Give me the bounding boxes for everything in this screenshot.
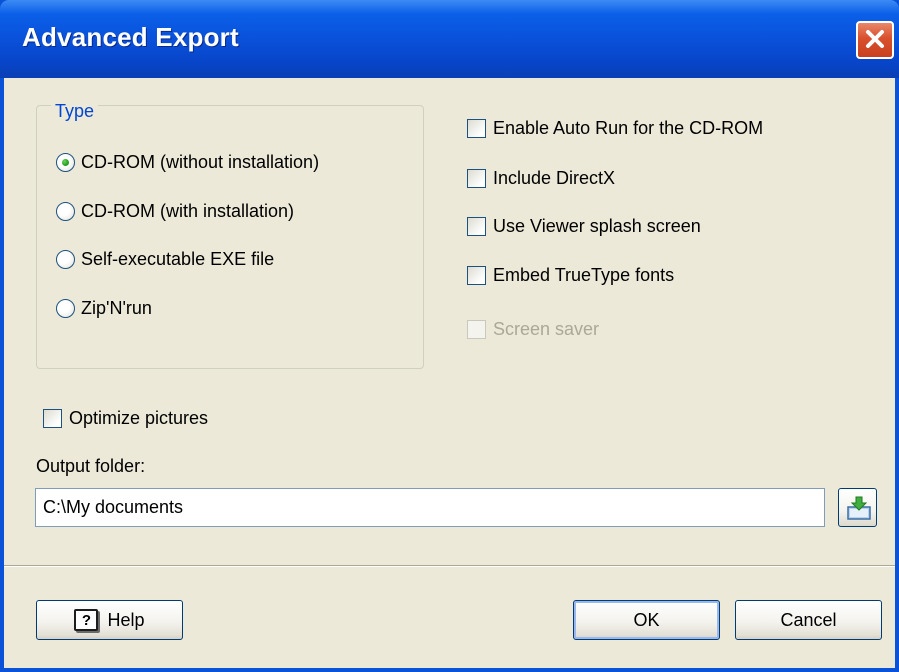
help-button[interactable]: ? Help <box>36 600 183 640</box>
radio-label: Zip'N'run <box>81 298 152 318</box>
footer-separator <box>4 565 895 567</box>
checkbox-label: Include DirectX <box>493 168 616 188</box>
radio-cd-rom-without-installation[interactable]: CD-ROM (without installation) <box>56 152 319 173</box>
checkbox-optimize-pictures[interactable]: Optimize pictures <box>43 408 208 429</box>
radio-button[interactable] <box>56 153 75 172</box>
checkbox-label: Optimize pictures <box>69 408 209 428</box>
output-folder-input[interactable]: C:\My documents <box>35 488 825 527</box>
ok-button[interactable]: OK <box>573 600 720 640</box>
radio-label: Self-executable EXE file <box>81 249 275 269</box>
cancel-button[interactable]: Cancel <box>735 600 882 640</box>
checkbox[interactable] <box>43 409 62 428</box>
checkbox[interactable] <box>467 217 486 236</box>
title-bar[interactable]: Advanced Export <box>0 0 899 78</box>
checkbox-label: Enable Auto Run for the CD-ROM <box>493 118 764 138</box>
radio-button[interactable] <box>56 202 75 221</box>
folder-download-icon <box>847 496 871 520</box>
help-icon: ? <box>74 609 99 631</box>
help-button-label: Help <box>107 609 145 630</box>
checkbox-screen-saver: Screen saver <box>467 319 599 340</box>
window-title: Advanced Export <box>22 22 239 52</box>
checkbox[interactable] <box>467 266 486 285</box>
checkbox-viewer-splash-screen[interactable]: Use Viewer splash screen <box>467 216 701 237</box>
type-group-legend: Type <box>51 101 99 122</box>
checkbox-label: Use Viewer splash screen <box>493 216 701 236</box>
checkbox-include-directx[interactable]: Include DirectX <box>467 168 615 189</box>
close-icon <box>866 30 884 48</box>
radio-self-executable-exe[interactable]: Self-executable EXE file <box>56 249 274 270</box>
checkbox[interactable] <box>467 119 486 138</box>
radio-button[interactable] <box>56 299 75 318</box>
checkbox-enable-auto-run[interactable]: Enable Auto Run for the CD-ROM <box>467 118 763 139</box>
close-button[interactable] <box>856 21 894 59</box>
radio-label: CD-ROM (with installation) <box>81 201 295 221</box>
ok-button-label: OK <box>633 609 660 630</box>
radio-label: CD-ROM (without installation) <box>81 152 320 172</box>
browse-folder-button[interactable] <box>838 488 877 527</box>
radio-button[interactable] <box>56 250 75 269</box>
checkbox[interactable] <box>467 169 486 188</box>
checkbox-label: Embed TrueType fonts <box>493 265 675 285</box>
radio-selected-dot <box>62 159 69 166</box>
checkbox-label: Screen saver <box>493 319 600 339</box>
radio-zip-n-run[interactable]: Zip'N'run <box>56 298 152 319</box>
dialog-window: Advanced Export Type CD-ROM (without ins… <box>0 0 899 672</box>
type-groupbox <box>36 105 424 369</box>
output-folder-label: Output folder: <box>36 456 146 476</box>
checkbox-embed-truetype-fonts[interactable]: Embed TrueType fonts <box>467 265 674 286</box>
cancel-button-label: Cancel <box>780 609 837 630</box>
checkbox-disabled <box>467 320 486 339</box>
radio-cd-rom-with-installation[interactable]: CD-ROM (with installation) <box>56 201 294 222</box>
